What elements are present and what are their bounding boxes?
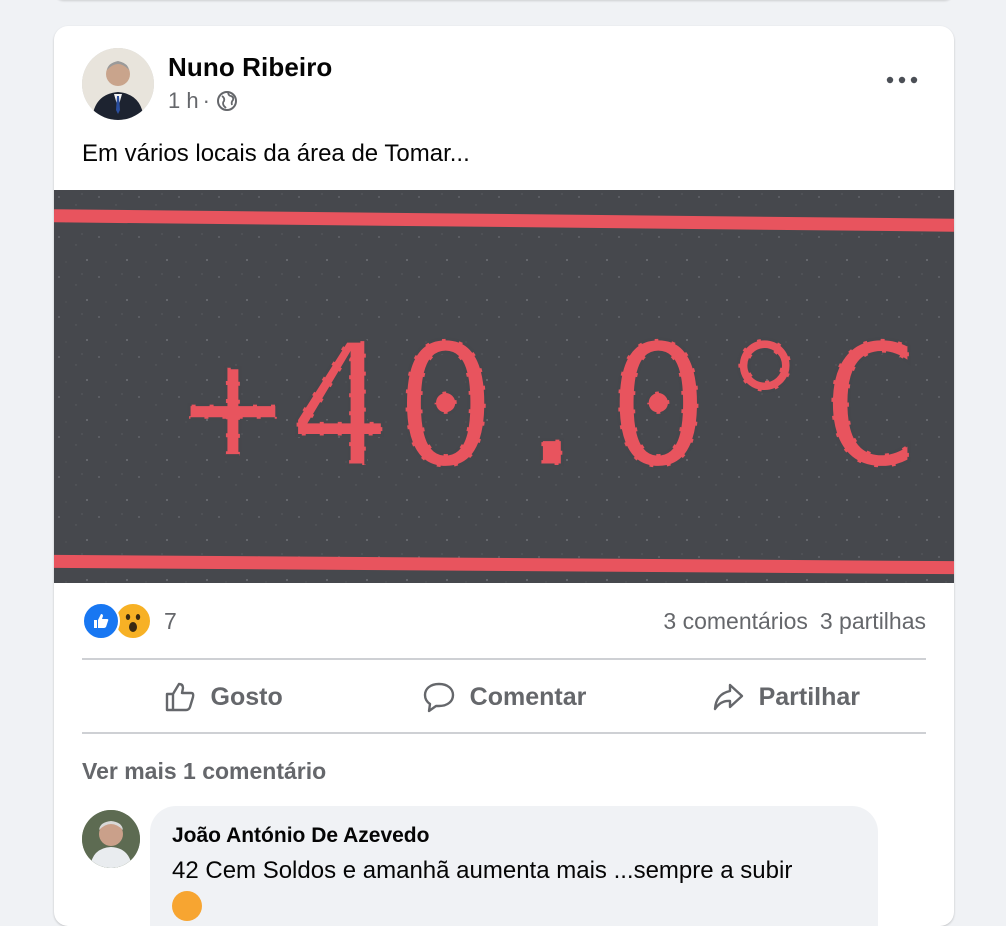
like-reaction-icon [82, 602, 120, 640]
post-photo[interactable]: +40.0°C [54, 190, 954, 583]
post-header: Nuno Ribeiro 1 h · [54, 26, 954, 126]
share-label: Partilhar [758, 682, 861, 711]
meta-separator: · [202, 88, 210, 113]
post-time[interactable]: 1 h [168, 88, 199, 114]
comment-button[interactable]: Comentar [363, 660, 644, 734]
share-button[interactable]: Partilhar [645, 660, 926, 734]
sweat-emoji-icon [172, 890, 202, 921]
comment-label: Comentar [469, 682, 587, 711]
action-bar: Gosto Comentar Partilhar [82, 660, 926, 734]
reactions-summary[interactable]: 7 [82, 602, 177, 640]
divider [82, 732, 926, 734]
view-more-comments-link[interactable]: Ver mais 1 comentário [82, 758, 326, 785]
like-label: Gosto [210, 682, 283, 711]
ellipsis-icon[interactable] [880, 62, 924, 98]
engagement-counts: 3 comentários 3 partilhas [663, 608, 926, 635]
reaction-count: 7 [164, 607, 177, 634]
comment-text: 42 Cem Soldos e amanhã aumenta mais ...s… [172, 854, 862, 922]
comment-body: 42 Cem Soldos e amanhã aumenta mais ...s… [172, 857, 793, 884]
post-card: Nuno Ribeiro 1 h · Em vários locais da á… [54, 26, 954, 926]
post-stats: 7 3 comentários 3 partilhas [82, 600, 926, 644]
globe-icon[interactable] [216, 90, 238, 112]
thumbs-up-icon [163, 680, 197, 714]
commenter-avatar[interactable] [82, 810, 140, 868]
like-button[interactable]: Gosto [82, 660, 363, 734]
comment-bubble-icon [422, 680, 456, 714]
post-meta: 1 h · [168, 88, 238, 114]
share-arrow-icon [711, 680, 745, 714]
author-avatar[interactable] [82, 48, 154, 120]
comment-bubble: João António De Azevedo 42 Cem Soldos e … [150, 806, 878, 926]
display-reading: +40.0°C [182, 308, 926, 506]
author-name[interactable]: Nuno Ribeiro [168, 52, 332, 83]
comment-author[interactable]: João António De Azevedo [172, 824, 429, 848]
shares-count[interactable]: 3 partilhas [820, 608, 926, 635]
post-caption: Em vários locais da área de Tomar... [82, 140, 470, 167]
comments-count[interactable]: 3 comentários [663, 608, 807, 635]
